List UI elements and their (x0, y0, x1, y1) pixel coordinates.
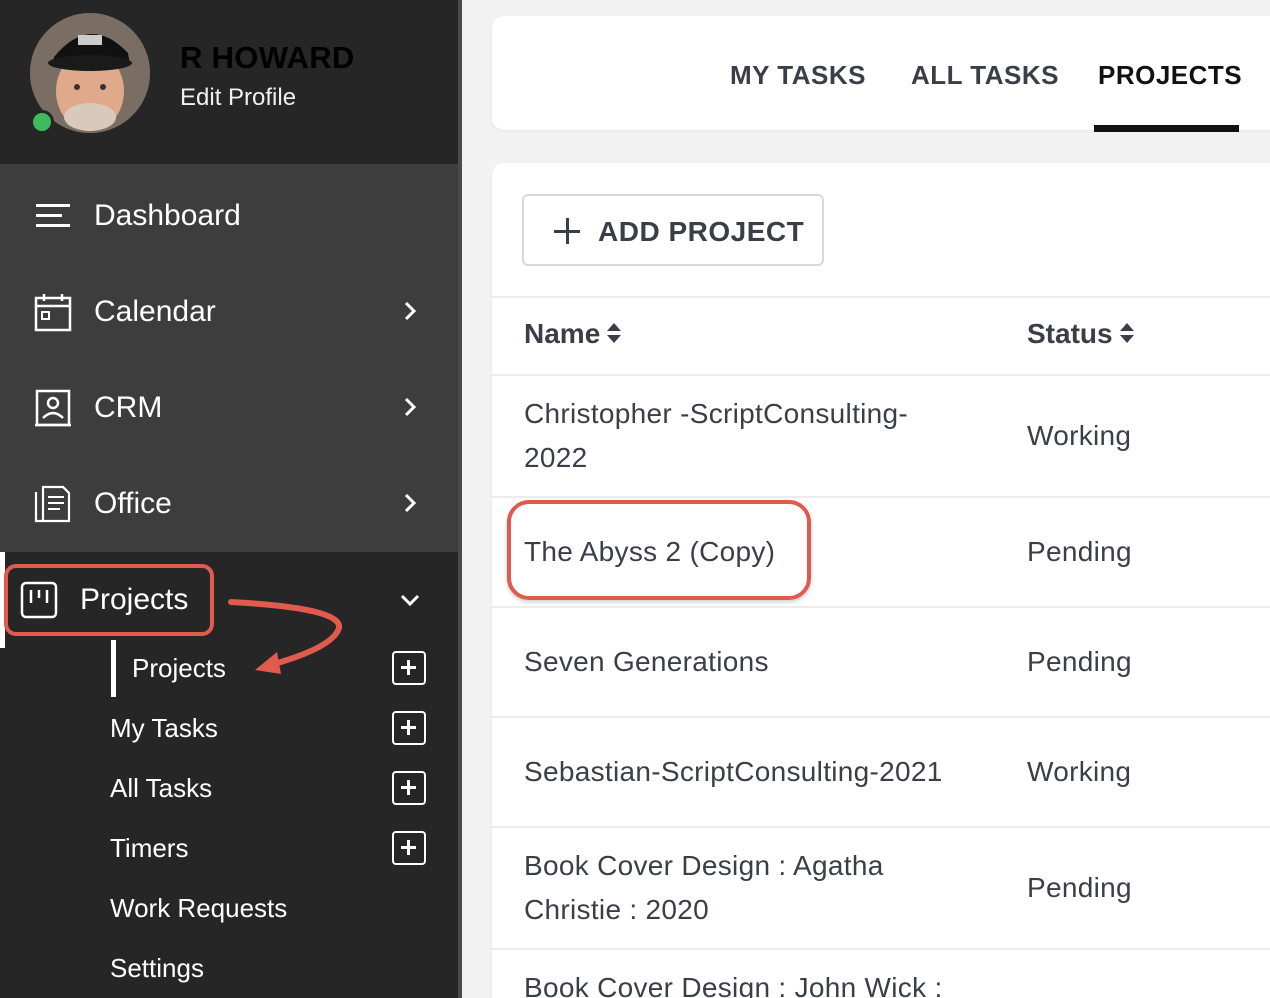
submenu-item-all-tasks[interactable]: All Tasks (110, 773, 212, 804)
divider (492, 296, 1270, 298)
submenu-item-my-tasks[interactable]: My Tasks (110, 713, 218, 744)
table-row-status: Working (1027, 420, 1132, 451)
contact-book-icon (35, 389, 71, 427)
chevron-right-icon (404, 397, 417, 417)
nav-label-office: Office (94, 487, 172, 520)
tab-projects[interactable]: PROJECTS (1098, 60, 1242, 91)
divider (492, 496, 1270, 498)
sidebar-divider (458, 0, 462, 998)
edit-profile-link[interactable]: Edit Profile (180, 84, 296, 112)
nav-item-crm[interactable]: CRM (0, 360, 458, 456)
column-header-name[interactable]: Name (524, 318, 622, 350)
submenu-active-bar (111, 640, 116, 697)
online-status-dot (30, 110, 54, 134)
divider (492, 948, 1270, 950)
table-row-status: Pending (1027, 536, 1132, 567)
profile-name: R HOWARD (180, 40, 355, 75)
chevron-down-icon[interactable] (398, 588, 422, 612)
add-project-button[interactable]: ADD PROJECT (522, 194, 824, 266)
column-header-status[interactable]: Status (1027, 318, 1135, 350)
submenu-item-timers[interactable]: Timers (110, 833, 188, 864)
table-row-status: Working (1027, 756, 1132, 787)
table-row-status: Pending (1027, 646, 1132, 677)
table-row-name[interactable]: Sebastian-ScriptConsulting-2021 (524, 750, 984, 794)
nav-label-crm: CRM (94, 391, 163, 424)
nav-label-calendar: Calendar (94, 295, 216, 328)
submenu-item-settings[interactable]: Settings (110, 953, 204, 984)
submenu-item-work-requests[interactable]: Work Requests (110, 893, 287, 924)
add-timer-icon[interactable] (392, 831, 426, 865)
tab-my-tasks[interactable]: MY TASKS (730, 60, 866, 91)
divider (492, 826, 1270, 828)
add-my-task-icon[interactable] (392, 711, 426, 745)
chevron-right-icon (404, 493, 417, 513)
nav-item-projects[interactable]: Projects (80, 583, 188, 617)
column-header-status-label: Status (1027, 318, 1113, 349)
add-project-label: ADD PROJECT (598, 216, 805, 247)
nav-item-office[interactable]: Office (0, 456, 458, 552)
sort-icon (1119, 322, 1134, 343)
kanban-board-icon (20, 581, 58, 619)
calendar-icon (34, 294, 72, 332)
active-tab-underline (1094, 125, 1239, 132)
row-highlight-annotation (507, 500, 811, 600)
sort-icon (607, 322, 622, 343)
table-row-name[interactable]: Book Cover Design : John Wick : (524, 966, 1004, 998)
nav-item-calendar[interactable]: Calendar (0, 264, 458, 360)
plus-icon (554, 218, 580, 244)
divider (492, 716, 1270, 718)
office-document-icon (34, 485, 71, 523)
nav-item-dashboard[interactable]: Dashboard (0, 168, 458, 264)
annotation-arrow-icon (228, 599, 343, 674)
table-row-name[interactable]: Christopher -ScriptConsulting-2022 (524, 392, 954, 480)
chevron-right-icon (404, 301, 417, 321)
add-project-icon[interactable] (392, 651, 426, 685)
add-task-icon[interactable] (392, 771, 426, 805)
submenu-item-projects[interactable]: Projects (132, 653, 226, 684)
table-row-name[interactable]: Seven Generations (524, 640, 984, 684)
nav-label-dashboard: Dashboard (94, 199, 241, 232)
profile-header: R HOWARD Edit Profile (0, 0, 458, 164)
table-row-name[interactable]: Book Cover Design : Agatha Christie : 20… (524, 844, 924, 932)
main-nav: Dashboard Calendar CRM Office (0, 164, 458, 552)
tab-all-tasks[interactable]: ALL TASKS (911, 60, 1059, 91)
menu-icon (36, 204, 70, 227)
table-row-status: Pending (1027, 872, 1132, 903)
divider (492, 606, 1270, 608)
column-header-name-label: Name (524, 318, 601, 349)
divider (492, 374, 1270, 376)
